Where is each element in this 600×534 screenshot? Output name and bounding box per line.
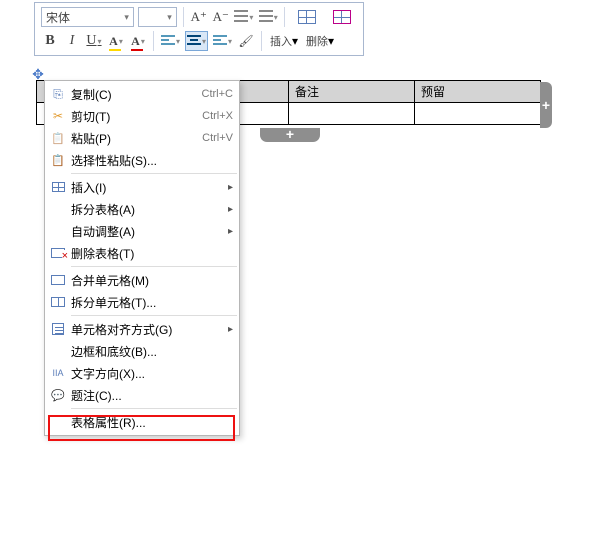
separator bbox=[71, 266, 237, 267]
clipboard-icon bbox=[49, 154, 67, 167]
highlight-icon: A bbox=[109, 34, 118, 49]
menu-delete-table[interactable]: 删除表格(T) bbox=[45, 242, 239, 264]
separator bbox=[183, 7, 184, 27]
menu-auto-fit[interactable]: 自动调整(A) ▸ bbox=[45, 220, 239, 242]
table-cell[interactable] bbox=[415, 103, 541, 125]
chevron-right-icon: ▸ bbox=[222, 204, 233, 215]
text-direction-icon bbox=[49, 368, 67, 378]
add-column-button[interactable]: + bbox=[540, 82, 552, 128]
separator bbox=[261, 31, 262, 51]
menu-borders-shading[interactable]: 边框和底纹(B)... bbox=[45, 340, 239, 362]
highlight-button[interactable]: A ▾ bbox=[107, 31, 125, 51]
font-color-button[interactable]: A ▾ bbox=[129, 31, 147, 51]
add-row-button[interactable]: + bbox=[260, 128, 320, 142]
table-header-cell[interactable]: 预留 bbox=[415, 81, 541, 103]
scissors-icon bbox=[49, 109, 67, 123]
table-grid-icon bbox=[49, 182, 67, 192]
separator bbox=[153, 31, 154, 51]
table-cell[interactable] bbox=[289, 103, 415, 125]
chevron-right-icon: ▸ bbox=[222, 226, 233, 237]
font-size-select[interactable]: ▾ bbox=[138, 7, 177, 27]
decrease-font-button[interactable]: A⁻ bbox=[212, 7, 230, 27]
table-grid-icon bbox=[298, 10, 316, 24]
italic-button[interactable]: I bbox=[63, 31, 81, 51]
menu-cut[interactable]: 剪切(T) Ctrl+X bbox=[45, 105, 239, 127]
bullet-list-button[interactable]: ▾ bbox=[234, 7, 254, 27]
toolbar-row-2: B I U▾ A ▾ A ▾ ▾ ▾ ▾ 插入▾ 删除▾ bbox=[41, 29, 357, 53]
line-spacing-icon bbox=[213, 35, 227, 47]
menu-split-cells[interactable]: 拆分单元格(T)... bbox=[45, 291, 239, 313]
align-center-button[interactable]: ▾ bbox=[185, 31, 208, 51]
clipboard-icon bbox=[49, 132, 67, 145]
formatting-toolbar: 宋体 ▾ ▾ A⁺ A⁻ ▾ ▾ B I U▾ A ▾ A ▾ ▾ ▾ bbox=[34, 2, 364, 56]
increase-font-button[interactable]: A⁺ bbox=[190, 7, 208, 27]
line-spacing-button[interactable]: ▾ bbox=[212, 31, 233, 51]
bullet-list-icon bbox=[234, 10, 248, 25]
toolbar-row-1: 宋体 ▾ ▾ A⁺ A⁻ ▾ ▾ bbox=[41, 5, 357, 29]
table-header-cell[interactable]: 备注 bbox=[289, 81, 415, 103]
number-list-button[interactable]: ▾ bbox=[258, 7, 278, 27]
align-center-icon bbox=[187, 35, 201, 47]
menu-cell-alignment[interactable]: 单元格对齐方式(G) ▸ bbox=[45, 318, 239, 340]
copy-icon bbox=[49, 87, 67, 102]
menu-split-table[interactable]: 拆分表格(A) ▸ bbox=[45, 198, 239, 220]
font-name-value: 宋体 bbox=[46, 9, 70, 26]
chevron-down-icon: ▾ bbox=[292, 34, 298, 48]
insert-menu-button[interactable] bbox=[291, 10, 322, 24]
number-list-icon bbox=[259, 10, 273, 25]
align-left-button[interactable]: ▾ bbox=[160, 31, 181, 51]
menu-insert[interactable]: 插入(I) ▸ bbox=[45, 176, 239, 198]
menu-paste[interactable]: 粘贴(P) Ctrl+V bbox=[45, 127, 239, 149]
cell-align-icon bbox=[49, 323, 67, 335]
eraser-button[interactable] bbox=[326, 10, 357, 24]
font-name-select[interactable]: 宋体 ▾ bbox=[41, 7, 134, 27]
format-painter-button[interactable] bbox=[237, 31, 255, 51]
separator bbox=[71, 315, 237, 316]
menu-text-direction[interactable]: 文字方向(X)... bbox=[45, 362, 239, 384]
font-color-icon: A bbox=[131, 34, 140, 49]
highlight-color-swatch bbox=[109, 49, 121, 51]
menu-merge-cells[interactable]: 合并单元格(M) bbox=[45, 269, 239, 291]
table-grid-icon bbox=[333, 10, 351, 24]
separator bbox=[71, 408, 237, 409]
menu-caption[interactable]: 题注(C)... bbox=[45, 384, 239, 406]
chevron-down-icon: ▾ bbox=[328, 34, 334, 48]
menu-paste-special[interactable]: 选择性粘贴(S)... bbox=[45, 149, 239, 171]
chevron-right-icon: ▸ bbox=[222, 182, 233, 193]
chevron-right-icon: ▸ bbox=[222, 324, 233, 335]
align-left-icon bbox=[161, 35, 175, 47]
table-context-menu: 复制(C) Ctrl+C 剪切(T) Ctrl+X 粘贴(P) Ctrl+V 选… bbox=[44, 80, 240, 436]
separator bbox=[284, 7, 285, 27]
menu-table-properties[interactable]: 表格属性(R)... bbox=[45, 411, 239, 433]
bold-button[interactable]: B bbox=[41, 31, 59, 51]
caption-icon bbox=[49, 389, 67, 402]
menu-copy[interactable]: 复制(C) Ctrl+C bbox=[45, 83, 239, 105]
chevron-down-icon: ▾ bbox=[167, 12, 172, 23]
merge-cells-icon bbox=[49, 275, 67, 285]
font-color-swatch bbox=[131, 49, 143, 51]
chevron-down-icon: ▾ bbox=[124, 12, 129, 23]
underline-button[interactable]: U▾ bbox=[85, 31, 103, 51]
delete-table-icon bbox=[49, 248, 67, 258]
brush-icon bbox=[238, 34, 253, 48]
insert-button[interactable]: 插入▾ bbox=[268, 33, 300, 49]
separator bbox=[71, 173, 237, 174]
delete-button[interactable]: 删除▾ bbox=[304, 33, 336, 49]
split-cells-icon bbox=[49, 297, 67, 307]
